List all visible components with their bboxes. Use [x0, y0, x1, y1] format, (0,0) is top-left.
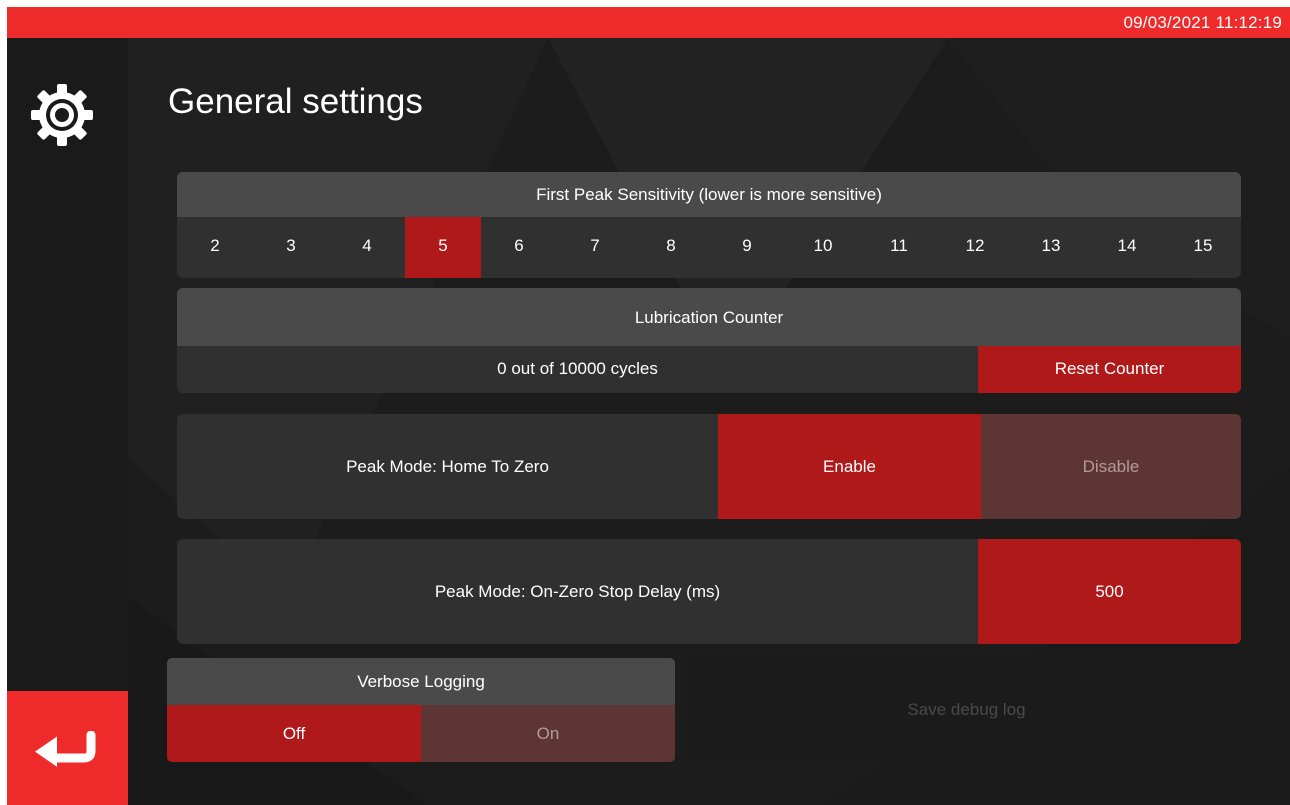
sensitivity-option-13[interactable]: 13 — [1013, 217, 1089, 278]
sensitivity-option-3[interactable]: 3 — [253, 217, 329, 278]
verbose-off-button[interactable]: Off — [167, 705, 421, 762]
verbose-logging-panel: Verbose Logging Off On — [167, 658, 675, 762]
sensitivity-option-7[interactable]: 7 — [557, 217, 633, 278]
stop-delay-value-button[interactable]: 500 — [978, 539, 1241, 644]
sensitivity-option-14[interactable]: 14 — [1089, 217, 1165, 278]
sensitivity-option-2[interactable]: 2 — [177, 217, 253, 278]
sensitivity-option-15[interactable]: 15 — [1165, 217, 1241, 278]
reset-counter-button[interactable]: Reset Counter — [978, 346, 1241, 393]
home-to-zero-panel: Peak Mode: Home To Zero Enable Disable — [177, 414, 1241, 519]
main-panel: General settings First Peak Sensitivity … — [128, 38, 1290, 805]
lubrication-status: 0 out of 10000 cycles — [497, 359, 658, 378]
lubrication-title: Lubrication Counter — [177, 288, 1241, 346]
disable-button[interactable]: Disable — [981, 414, 1241, 519]
sensitivity-option-11[interactable]: 11 — [861, 217, 937, 278]
verbose-logging-title: Verbose Logging — [167, 658, 675, 705]
verbose-on-button[interactable]: On — [421, 705, 675, 762]
enable-button[interactable]: Enable — [718, 414, 981, 519]
side-rail — [7, 38, 128, 805]
save-debug-log-button[interactable]: Save debug log — [691, 658, 1242, 762]
status-bar: 09/03/2021 11:12:19 — [7, 7, 1290, 38]
sensitivity-option-8[interactable]: 8 — [633, 217, 709, 278]
home-to-zero-label: Peak Mode: Home To Zero — [346, 457, 549, 476]
clock: 09/03/2021 11:12:19 — [1123, 13, 1282, 32]
page-title: General settings — [168, 82, 423, 121]
sensitivity-title: First Peak Sensitivity (lower is more se… — [177, 172, 1241, 217]
back-button[interactable] — [7, 691, 128, 805]
sensitivity-option-10[interactable]: 10 — [785, 217, 861, 278]
return-arrow-icon — [35, 731, 96, 767]
sensitivity-option-9[interactable]: 9 — [709, 217, 785, 278]
sensitivity-options: 2 3 4 5 6 7 8 9 10 11 12 13 14 15 — [177, 217, 1241, 278]
stop-delay-panel: Peak Mode: On-Zero Stop Delay (ms) 500 — [177, 539, 1241, 644]
sensitivity-option-12[interactable]: 12 — [937, 217, 1013, 278]
screen: 09/03/2021 11:12:19 General settings Fir… — [7, 7, 1290, 805]
sensitivity-panel: First Peak Sensitivity (lower is more se… — [177, 172, 1241, 278]
lubrication-panel: Lubrication Counter 0 out of 10000 cycle… — [177, 288, 1241, 393]
gear-icon — [31, 84, 93, 146]
sensitivity-option-4[interactable]: 4 — [329, 217, 405, 278]
sensitivity-option-5[interactable]: 5 — [405, 217, 481, 278]
sensitivity-option-6[interactable]: 6 — [481, 217, 557, 278]
stop-delay-label: Peak Mode: On-Zero Stop Delay (ms) — [434, 582, 721, 601]
